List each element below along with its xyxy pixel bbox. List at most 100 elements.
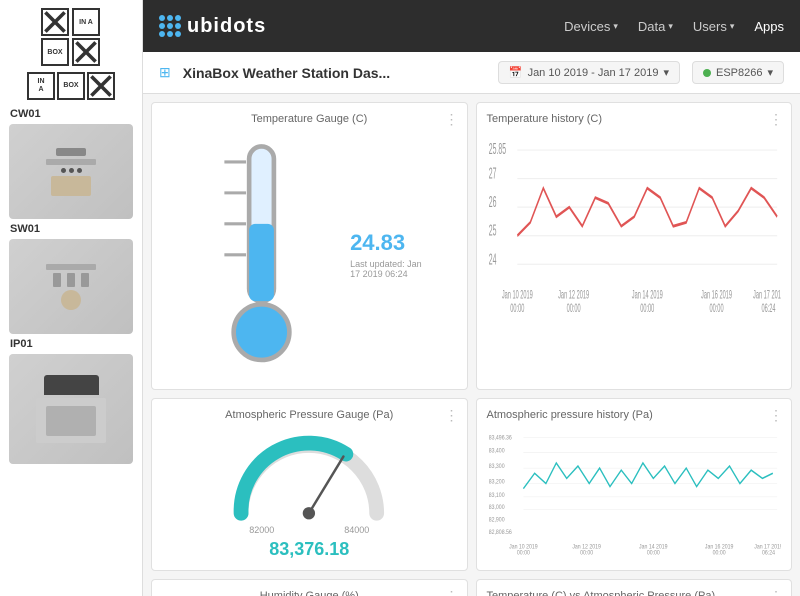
- svg-text:83,100: 83,100: [488, 492, 504, 498]
- svg-text:26: 26: [488, 193, 496, 211]
- logo-dots: [159, 15, 181, 37]
- dot: [167, 23, 173, 29]
- svg-text:00:00: 00:00: [712, 550, 725, 556]
- svg-text:00:00: 00:00: [646, 550, 659, 556]
- pcb-chip2-cw01: [46, 159, 96, 165]
- svg-text:00:00: 00:00: [516, 550, 529, 556]
- device-card-cw01[interactable]: [9, 124, 133, 219]
- svg-text:00:00: 00:00: [566, 302, 580, 316]
- sw01-sensor: [61, 290, 81, 310]
- temp-gauge-menu-icon[interactable]: ⋮: [445, 111, 459, 128]
- dot: [167, 15, 173, 21]
- temp-history-menu-icon[interactable]: ⋮: [769, 111, 783, 128]
- logo-cell-box: BOX: [41, 38, 69, 66]
- pressure-history-widget: Atmospheric pressure history (Pa) ⋮ 83,4…: [476, 398, 793, 572]
- svg-text:00:00: 00:00: [580, 550, 593, 556]
- logo-x3: [87, 72, 115, 100]
- device-arrow-icon: ▾: [767, 66, 773, 79]
- dot: [167, 31, 173, 37]
- logo-box-text: BOX: [57, 72, 85, 100]
- temp-value: 24.83: [350, 230, 405, 256]
- gauge-min-label: 82000: [249, 525, 274, 535]
- nav-users-label: Users: [693, 19, 727, 34]
- humidity-gauge-menu-icon[interactable]: ⋮: [445, 588, 459, 596]
- temp-updated: Last updated: Jan 17 2019 06:24: [350, 259, 429, 279]
- sub-nav: ⊞ XinaBox Weather Station Das... 📅 Jan 1…: [143, 52, 800, 94]
- date-range-picker[interactable]: 📅 Jan 10 2019 - Jan 17 2019 ▾: [498, 61, 680, 84]
- svg-text:82,808.56: 82,808.56: [488, 529, 511, 535]
- pressure-gauge-menu-icon[interactable]: ⋮: [445, 407, 459, 424]
- svg-text:00:00: 00:00: [640, 302, 654, 316]
- nav-devices[interactable]: Devices ▾: [564, 19, 618, 34]
- pressure-history-menu-icon[interactable]: ⋮: [769, 407, 783, 424]
- svg-text:82,900: 82,900: [488, 517, 504, 523]
- temp-history-svg: 25.85 27 26 25 24 Jan 10 2019 00:00: [487, 131, 782, 379]
- svg-text:27: 27: [488, 164, 496, 182]
- svg-text:83,000: 83,000: [488, 504, 504, 510]
- nav-devices-label: Devices: [564, 19, 610, 34]
- usb-head: [44, 375, 99, 395]
- nav-users[interactable]: Users ▾: [693, 19, 734, 34]
- svg-text:83,200: 83,200: [488, 479, 504, 485]
- logo-top: IN A BOX: [41, 8, 101, 66]
- calendar-icon: 📅: [509, 66, 523, 79]
- top-nav: ubidots Devices ▾ Data ▾ Users ▾ Apps: [143, 0, 800, 52]
- pressure-gauge-widget: Atmospheric Pressure Gauge (Pa) ⋮ 82000 …: [151, 398, 468, 572]
- logo-cell-in: IN A: [72, 8, 100, 36]
- scatter-plot-widget: Temperature (C) vs Atmospheric Pressure …: [476, 579, 793, 596]
- dot: [159, 23, 165, 29]
- device-card-sw01[interactable]: [9, 239, 133, 334]
- sw01-connectors: [53, 273, 89, 287]
- logo-cell-x2: [72, 38, 100, 66]
- svg-text:Jan 14 2019: Jan 14 2019: [631, 288, 662, 302]
- sw01-connector: [53, 273, 61, 287]
- device-pcb-ip01: [9, 354, 133, 464]
- dashboard: Temperature Gauge (C) ⋮ 24.83 Last updat…: [143, 94, 800, 596]
- device-label-sw01: SW01: [10, 223, 40, 235]
- dashboard-title: XinaBox Weather Station Das...: [183, 65, 390, 81]
- svg-text:00:00: 00:00: [709, 302, 723, 316]
- pressure-arc-svg: [192, 427, 426, 526]
- svg-text:83,300: 83,300: [488, 463, 504, 469]
- nav-links: Devices ▾ Data ▾ Users ▾ Apps: [564, 19, 784, 34]
- pressure-history-chart: 83,496.36 83,400 83,300 83,200 83,100 83…: [487, 427, 782, 561]
- thermometer-icon: [189, 131, 334, 379]
- dot: [175, 15, 181, 21]
- svg-text:00:00: 00:00: [510, 302, 524, 316]
- dot: [159, 31, 165, 37]
- gauge-labels: 82000 84000: [249, 525, 369, 535]
- sw01-connector: [81, 273, 89, 287]
- humidity-gauge-title: Humidity Gauge (%): [260, 590, 359, 596]
- pressure-value: 83,376.18: [269, 539, 349, 560]
- logo-cell-x: [41, 8, 69, 36]
- svg-text:Jan 12 2019: Jan 12 2019: [558, 288, 589, 302]
- logo-bottom: INA BOX: [27, 72, 115, 100]
- nav-apps[interactable]: Apps: [754, 19, 784, 34]
- pressure-history-svg: 83,496.36 83,400 83,300 83,200 83,100 83…: [487, 427, 782, 561]
- users-arrow-icon: ▾: [730, 21, 735, 32]
- device-pcb-cw01: [9, 124, 133, 219]
- nav-apps-label: Apps: [754, 19, 784, 34]
- usb-body: [36, 398, 106, 443]
- svg-text:83,400: 83,400: [488, 448, 504, 454]
- usb-board: [46, 406, 96, 436]
- svg-text:06:24: 06:24: [761, 302, 775, 316]
- pcb-dots-cw01: [61, 168, 82, 173]
- pcb-chip-cw01: [56, 148, 86, 156]
- pressure-gauge-title: Atmospheric Pressure Gauge (Pa): [225, 409, 393, 421]
- scatter-menu-icon[interactable]: ⋮: [769, 588, 783, 596]
- pressure-gauge-content: 82000 84000 83,376.18: [192, 427, 426, 561]
- device-selector[interactable]: ESP8266 ▾: [692, 61, 784, 84]
- sw01-connector: [67, 273, 75, 287]
- device-status-icon: [703, 69, 711, 77]
- humidity-gauge-widget: Humidity Gauge (%) ⋮ 52.10 Last updated:…: [151, 579, 468, 596]
- scatter-title: Temperature (C) vs Atmospheric Pressure …: [487, 590, 782, 596]
- pressure-history-title: Atmospheric pressure history (Pa): [487, 409, 782, 421]
- nav-data-label: Data: [638, 19, 665, 34]
- nav-data[interactable]: Data ▾: [638, 19, 673, 34]
- temp-value-group: 24.83 Last updated: Jan 17 2019 06:24: [350, 230, 429, 279]
- temp-gauge-title: Temperature Gauge (C): [251, 113, 367, 125]
- dot: [175, 23, 181, 29]
- device-pcb-sw01: [9, 239, 133, 334]
- device-card-ip01[interactable]: [9, 354, 133, 464]
